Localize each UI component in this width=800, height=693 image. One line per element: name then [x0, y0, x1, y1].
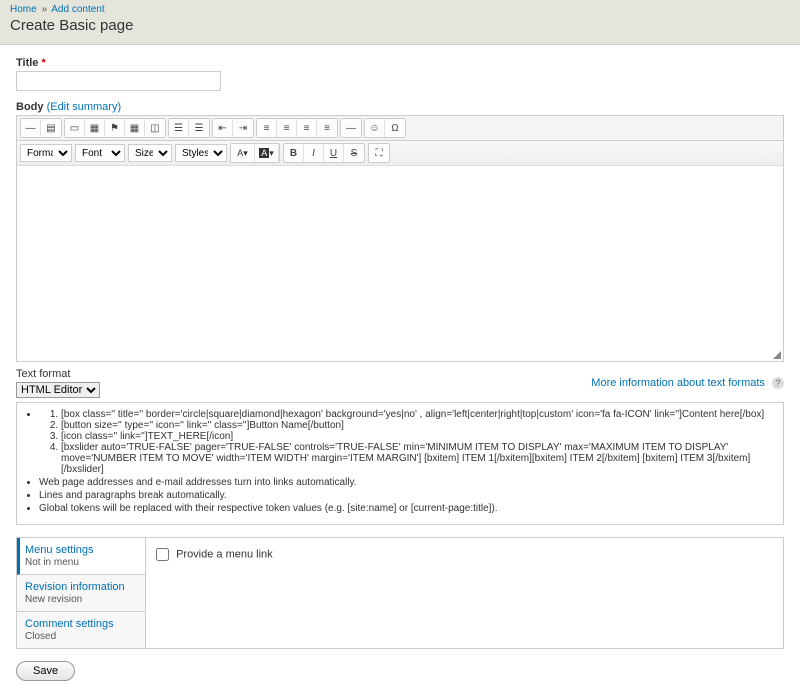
text-format-label: Text format — [16, 368, 100, 380]
breadcrumb-sep: » — [41, 4, 47, 15]
hint-item: [bxslider auto='TRUE-FALSE' pager='TRUE-… — [61, 442, 775, 475]
table-button[interactable]: ▦ — [85, 119, 105, 137]
hint-item: Lines and paragraphs break automatically… — [39, 490, 775, 501]
title-label: Title * — [16, 57, 784, 69]
underline-button[interactable]: U — [324, 144, 344, 162]
maximize-button[interactable]: ⛶ — [369, 144, 389, 162]
iframe-button[interactable]: ◫ — [145, 119, 165, 137]
outdent-button[interactable]: ⇤ — [213, 119, 233, 137]
italic-button[interactable]: I — [304, 144, 324, 162]
special-char-button[interactable]: Ω — [385, 119, 405, 137]
styles-select[interactable]: Styles — [175, 144, 227, 162]
bold-button[interactable]: B — [284, 144, 304, 162]
vertical-tabs: Menu settings Not in menu Revision infor… — [16, 537, 146, 649]
edit-summary-link[interactable]: (Edit summary) — [47, 101, 122, 113]
font-select[interactable]: Font — [75, 144, 125, 162]
align-center-button[interactable]: ≡ — [277, 119, 297, 137]
tab-panel-menu: Provide a menu link — [146, 537, 784, 649]
save-button[interactable]: Save — [16, 661, 75, 681]
info-icon[interactable]: ? — [772, 377, 784, 389]
tab-comment-settings[interactable]: Comment settings Closed — [17, 612, 145, 648]
hint-item: [icon class='' link='']TEXT_HERE[/icon] — [61, 431, 775, 442]
bg-color-button[interactable]: A▾ — [255, 144, 279, 162]
hint-item: Web page addresses and e-mail addresses … — [39, 477, 775, 488]
bullist-button[interactable]: ☰ — [189, 119, 209, 137]
page-title: Create Basic page — [10, 17, 790, 34]
resize-handle-icon[interactable] — [773, 351, 781, 359]
indent-button[interactable]: ⇥ — [233, 119, 253, 137]
provide-menu-link-checkbox[interactable] — [156, 548, 169, 561]
align-justify-button[interactable]: ≡ — [317, 119, 337, 137]
toggle-button[interactable]: ▤ — [41, 119, 61, 137]
hint-item: Global tokens will be replaced with thei… — [39, 503, 775, 514]
editor-toolbar-1: — ▤ ▭ ▦ ⚑ ▦ ◫ ☰ ☰ ⇤ ⇥ — [17, 116, 783, 141]
tab-revision-information[interactable]: Revision information New revision — [17, 575, 145, 612]
hint-item: [button size='' type='' icon='' link='' … — [61, 420, 775, 431]
size-select[interactable]: Size — [128, 144, 172, 162]
embed-button[interactable]: ▦ — [125, 119, 145, 137]
numlist-button[interactable]: ☰ — [169, 119, 189, 137]
editor-toolbar-2: Format Font Size Styles A▾ A▾ B I U S ⛶ — [17, 141, 783, 166]
editor-textarea[interactable] — [17, 166, 783, 361]
format-hints: [box class='' title='' border='circle|sq… — [16, 402, 784, 525]
align-left-button[interactable]: ≡ — [257, 119, 277, 137]
text-format-select[interactable]: HTML Editor — [16, 382, 100, 398]
tab-menu-settings[interactable]: Menu settings Not in menu — [17, 538, 145, 575]
hint-item: [box class='' title='' border='circle|sq… — [61, 409, 775, 420]
format-select[interactable]: Format — [20, 144, 72, 162]
rich-text-editor: — ▤ ▭ ▦ ⚑ ▦ ◫ ☰ ☰ ⇤ ⇥ — [16, 115, 784, 362]
align-right-button[interactable]: ≡ — [297, 119, 317, 137]
provide-menu-link-label: Provide a menu link — [176, 548, 273, 560]
body-label: Body — [16, 101, 44, 113]
title-input[interactable] — [16, 71, 221, 91]
hr-button[interactable]: — — [341, 119, 361, 137]
breadcrumb-add-content[interactable]: Add content — [51, 4, 104, 15]
breadcrumb: Home » Add content — [10, 4, 790, 15]
text-color-button[interactable]: A▾ — [231, 144, 255, 162]
more-info-link[interactable]: More information about text formats — [591, 377, 765, 389]
source-button[interactable]: — — [21, 119, 41, 137]
image-button[interactable]: ▭ — [65, 119, 85, 137]
flash-button[interactable]: ⚑ — [105, 119, 125, 137]
breadcrumb-home[interactable]: Home — [10, 4, 37, 15]
smiley-button[interactable]: ☺ — [365, 119, 385, 137]
strike-button[interactable]: S — [344, 144, 364, 162]
